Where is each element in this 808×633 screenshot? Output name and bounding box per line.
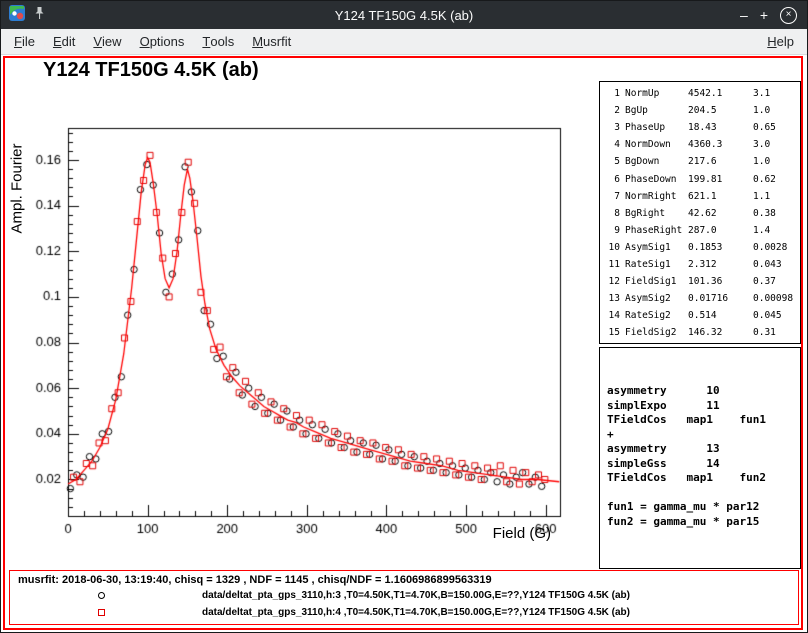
- parameter-row: 8BgRight42.620.38: [606, 205, 800, 222]
- menubar-right-items: Help: [758, 29, 803, 54]
- parameter-row: 3PhaseUp18.430.65: [606, 119, 800, 136]
- legend-entry: data/deltat_pta_gps_3110,h:3 ,T0=4.50K,T…: [10, 587, 798, 604]
- menu-options[interactable]: Options: [131, 29, 194, 54]
- square-marker-icon: [98, 609, 105, 616]
- theory-line: fun2 = gamma_mu * par15: [607, 515, 800, 530]
- menu-musrfit[interactable]: Musrfit: [243, 29, 300, 54]
- parameter-row: 13AsymSig20.017160.00098: [606, 290, 800, 307]
- window-title: Y124 TF150G 4.5K (ab): [1, 8, 807, 23]
- menu-edit[interactable]: Edit: [44, 29, 84, 54]
- parameter-row: 11RateSig12.3120.043: [606, 256, 800, 273]
- theory-lines: asymmetry 10simplExpo 11TFieldCos map1 f…: [607, 384, 800, 529]
- circle-marker-icon: [98, 592, 105, 599]
- parameter-row: 5BgDown217.61.0: [606, 153, 800, 170]
- parameter-row: 14RateSig20.5140.045: [606, 307, 800, 324]
- menubar: FileEditViewOptionsToolsMusrfit Help: [1, 29, 807, 55]
- legend-box[interactable]: musrfit: 2018-06-30, 13:19:40, chisq = 1…: [9, 570, 799, 625]
- theory-line: TFieldCos map1 fun2: [607, 471, 800, 486]
- legend-label: data/deltat_pta_gps_3110,h:3 ,T0=4.50K,T…: [202, 590, 630, 601]
- menu-view[interactable]: View: [84, 29, 130, 54]
- theory-line: [607, 486, 800, 501]
- parameter-row: 15FieldSig2146.320.31: [606, 324, 800, 341]
- legend-entry: data/deltat_pta_gps_3110,h:4 ,T0=4.50K,T…: [10, 604, 798, 621]
- menubar-items: FileEditViewOptionsToolsMusrfit: [5, 29, 300, 54]
- parameter-box[interactable]: 1NormUp4542.13.12BgUp204.51.03PhaseUp18.…: [599, 81, 801, 344]
- theory-line: TFieldCos map1 fun1: [607, 413, 800, 428]
- titlebar[interactable]: Y124 TF150G 4.5K (ab) – + ×: [1, 1, 807, 29]
- fit-info: musrfit: 2018-06-30, 13:19:40, chisq = 1…: [18, 574, 798, 586]
- legend-entries: data/deltat_pta_gps_3110,h:3 ,T0=4.50K,T…: [10, 587, 798, 621]
- plot-title: Y124 TF150G 4.5K (ab): [43, 59, 259, 82]
- parameter-rows: 1NormUp4542.13.12BgUp204.51.03PhaseUp18.…: [606, 85, 800, 341]
- pin-icon[interactable]: [34, 6, 45, 25]
- minimize-button[interactable]: –: [740, 8, 748, 22]
- theory-line: simplExpo 11: [607, 399, 800, 414]
- theory-box[interactable]: asymmetry 10simplExpo 11TFieldCos map1 f…: [599, 347, 801, 569]
- parameter-row: 1NormUp4542.13.1: [606, 85, 800, 102]
- parameter-row: 7NormRight621.11.1: [606, 188, 800, 205]
- theory-line: asymmetry 13: [607, 442, 800, 457]
- parameter-row: 10AsymSig10.18530.0028: [606, 239, 800, 256]
- root-canvas[interactable]: Y124 TF150G 4.5K (ab) Ampl. Fourier Fiel…: [3, 56, 803, 630]
- parameter-row: 9PhaseRight287.01.4: [606, 222, 800, 239]
- x-axis-title: Field (G): [493, 525, 551, 542]
- app-window: Y124 TF150G 4.5K (ab) – + × FileEditView…: [0, 0, 808, 633]
- parameter-row: 12FieldSig1101.360.37: [606, 273, 800, 290]
- theory-line: simpleGss 14: [607, 457, 800, 472]
- maximize-button[interactable]: +: [760, 8, 768, 22]
- theory-line: +: [607, 428, 800, 443]
- theory-line: fun1 = gamma_mu * par12: [607, 500, 800, 515]
- menu-file[interactable]: File: [5, 29, 44, 54]
- y-axis-title: Ampl. Fourier: [9, 99, 26, 279]
- parameter-row: 6PhaseDown199.810.62: [606, 170, 800, 187]
- menu-help[interactable]: Help: [758, 29, 803, 54]
- app-icon[interactable]: [9, 5, 25, 26]
- parameter-row: 4NormDown4360.33.0: [606, 136, 800, 153]
- legend-label: data/deltat_pta_gps_3110,h:4 ,T0=4.50K,T…: [202, 607, 630, 618]
- close-button[interactable]: ×: [780, 7, 797, 24]
- theory-line: asymmetry 10: [607, 384, 800, 399]
- menu-tools[interactable]: Tools: [193, 29, 243, 54]
- parameter-row: 2BgUp204.51.0: [606, 102, 800, 119]
